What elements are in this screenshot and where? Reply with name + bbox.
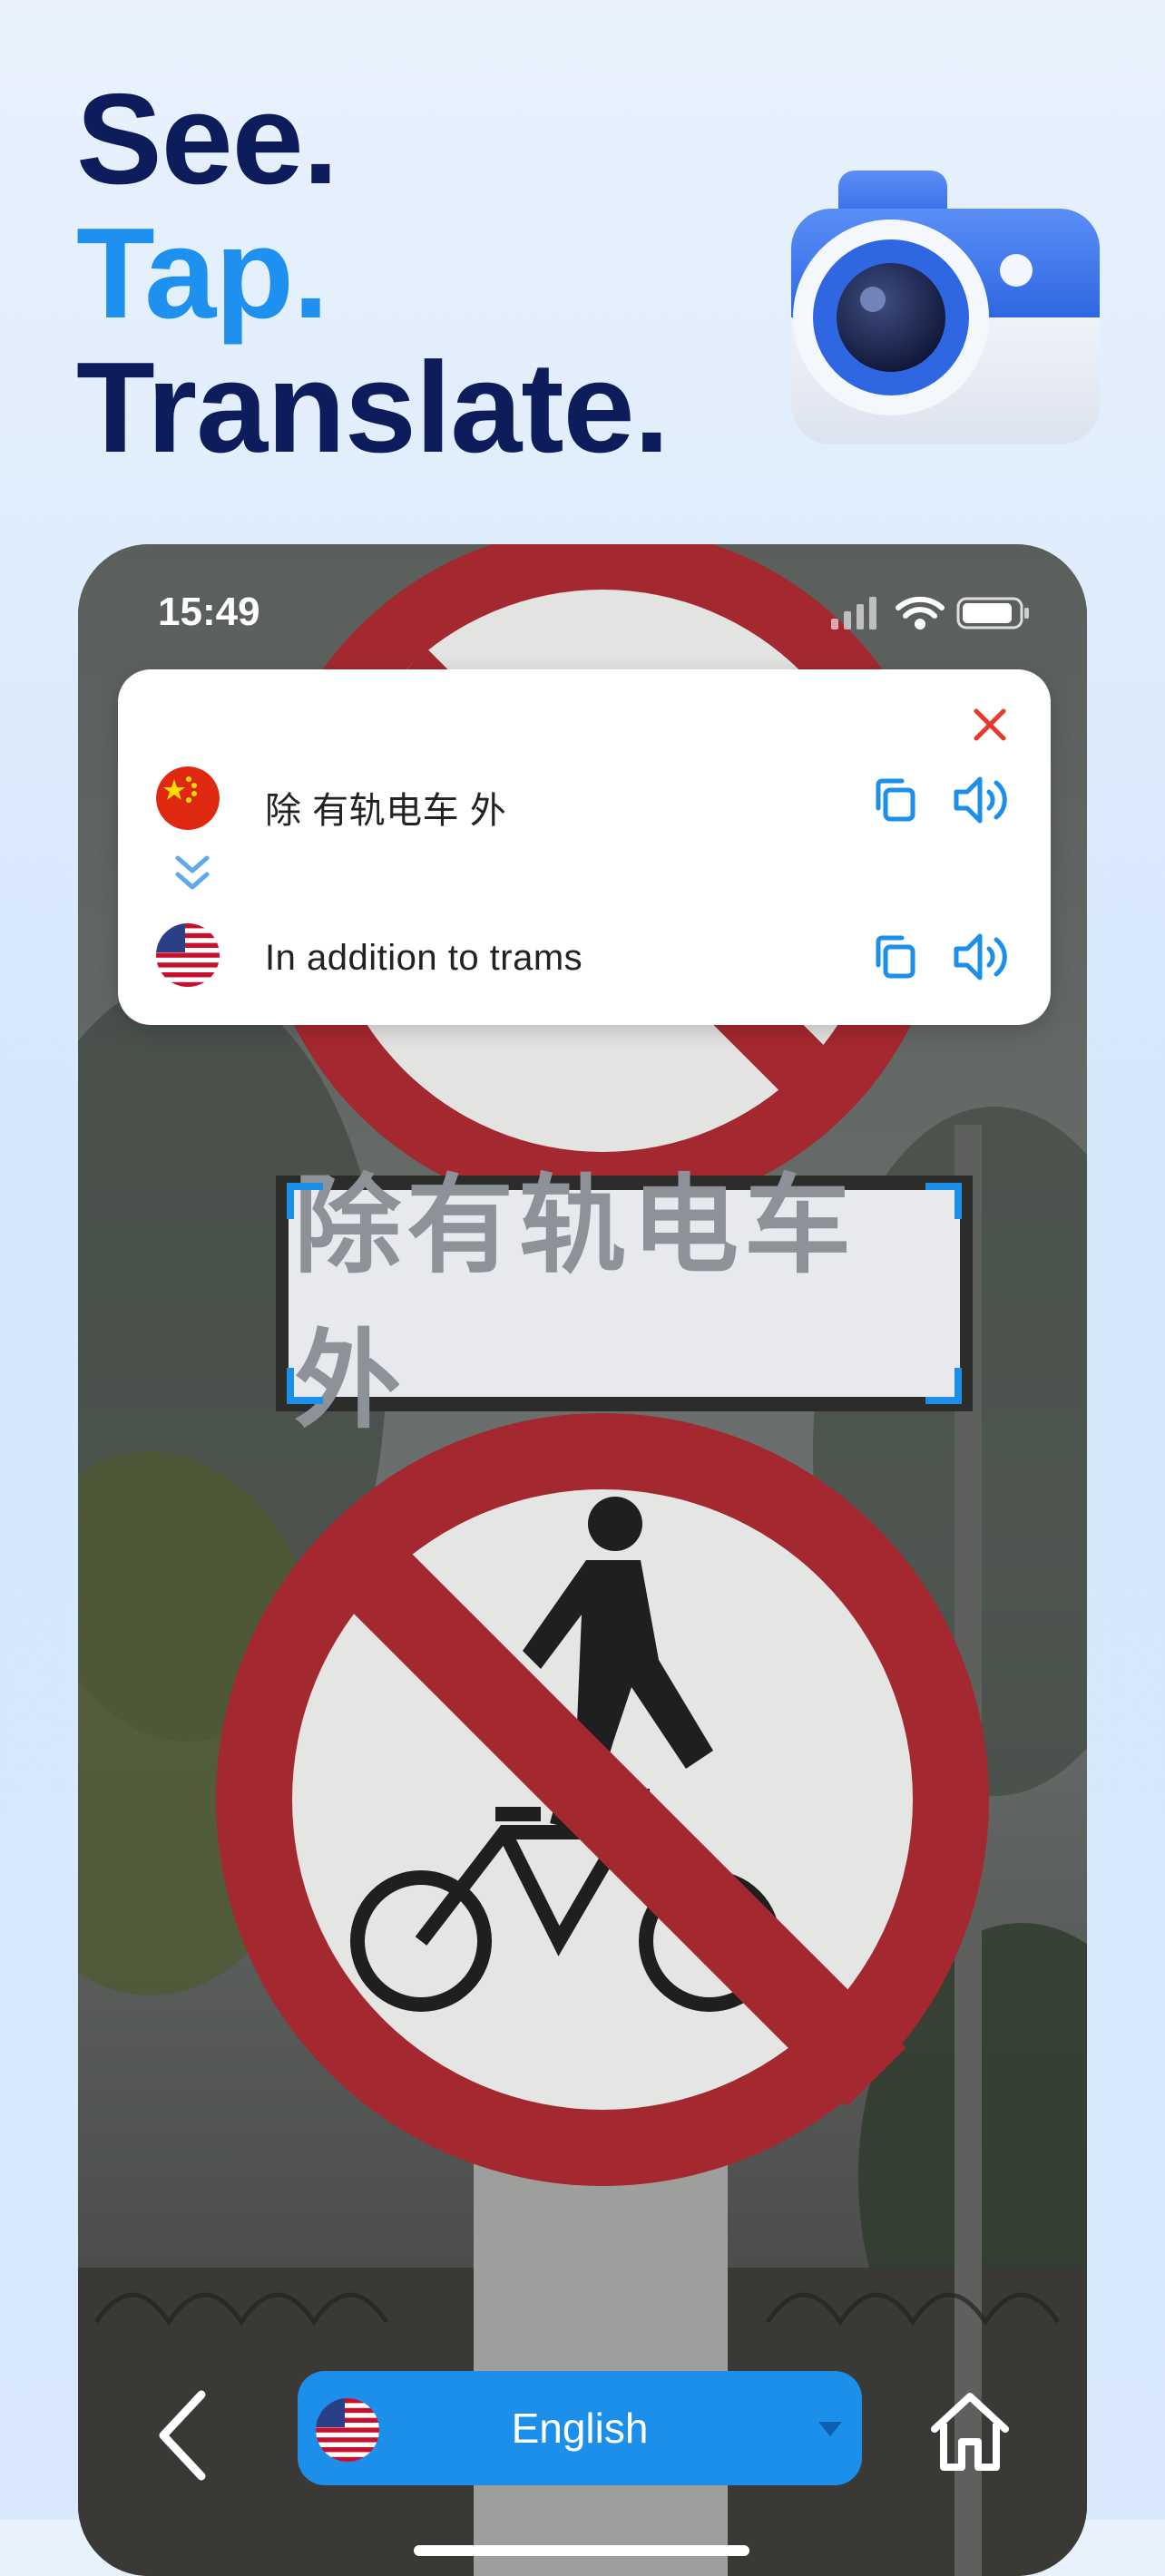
wifi-icon xyxy=(896,596,945,629)
selection-corners xyxy=(287,1183,962,1404)
copy-icon[interactable] xyxy=(869,931,922,983)
speaker-icon[interactable] xyxy=(951,772,1009,828)
status-icons xyxy=(831,596,1029,629)
china-flag-icon xyxy=(156,766,220,830)
home-icon[interactable] xyxy=(925,2386,1014,2476)
cellular-signal-icon xyxy=(831,597,876,629)
source-text: 除 有轨电车 外 xyxy=(265,791,507,831)
home-indicator xyxy=(414,2545,749,2556)
phone-screen: 15:49 除 有轨电车 外 In addition to trams 除有轨电… xyxy=(78,544,1087,2576)
translation-card: 除 有轨电车 外 In addition to trams xyxy=(118,669,1051,1025)
camera-illustration-icon xyxy=(791,171,1100,444)
speaker-icon[interactable] xyxy=(951,929,1009,985)
headline-tap: Tap. xyxy=(76,201,328,346)
us-flag-icon xyxy=(156,923,220,987)
headline: See. Tap. Translate. xyxy=(76,67,670,480)
status-time: 15:49 xyxy=(158,590,260,634)
chevron-double-down-icon[interactable] xyxy=(172,851,212,896)
source-row: 除 有轨电车 外 xyxy=(156,765,1009,834)
close-icon[interactable] xyxy=(965,700,1014,749)
target-row: In addition to trams xyxy=(156,922,1009,990)
scan-selection[interactable]: 除有轨电车外 xyxy=(287,1163,962,1443)
battery-icon xyxy=(956,597,1029,629)
language-label: English xyxy=(511,2405,649,2452)
headline-see: See. xyxy=(76,67,338,211)
language-selector[interactable]: English xyxy=(298,2371,862,2485)
target-text: In addition to trams xyxy=(265,938,583,978)
status-bar: 15:49 xyxy=(78,544,1087,662)
headline-translate: Translate. xyxy=(76,336,670,480)
copy-icon[interactable] xyxy=(869,774,922,826)
chevron-left-icon[interactable] xyxy=(151,2386,214,2485)
caret-down-icon xyxy=(818,2422,842,2436)
